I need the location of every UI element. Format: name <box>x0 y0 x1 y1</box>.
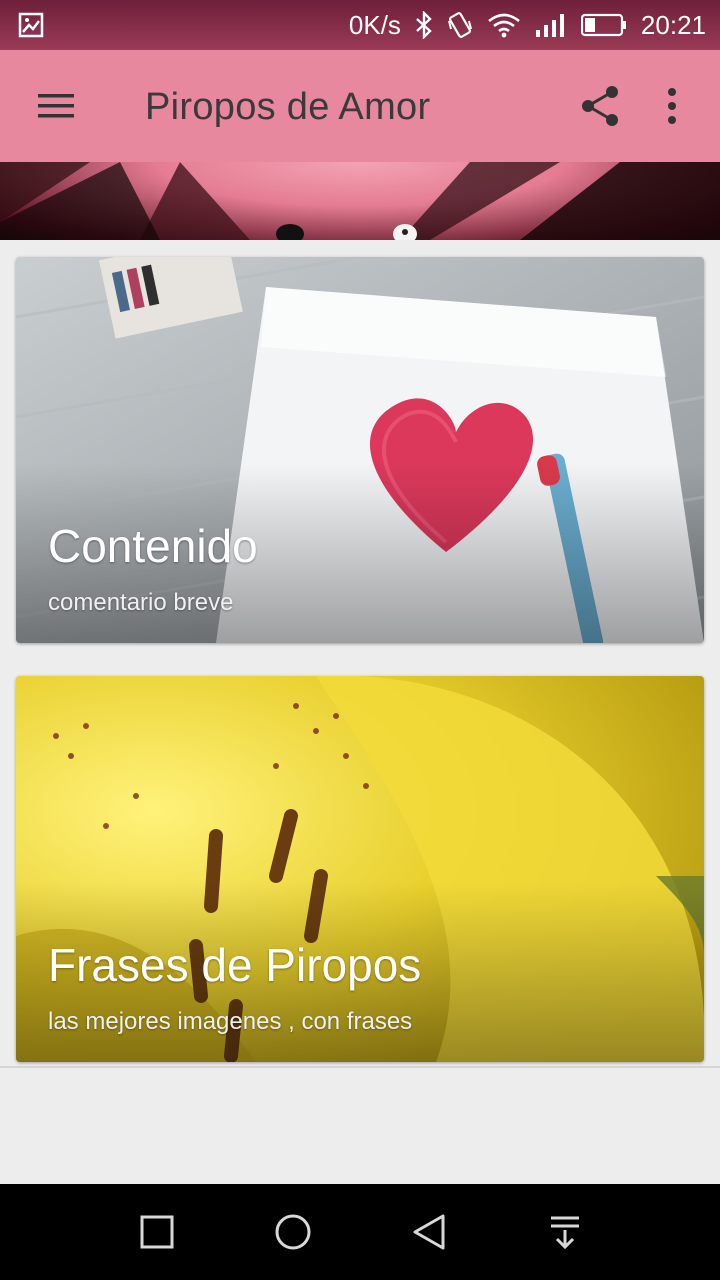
recents-square-icon <box>140 1215 174 1249</box>
screen: 0K/s 20:21 Piropos de Amor Contenido com… <box>0 0 720 1280</box>
back-button[interactable] <box>405 1208 453 1256</box>
app-bar: Piropos de Amor <box>0 50 720 162</box>
card-frases-de-piropos[interactable]: Frases de Piropos las mejores imagenes ,… <box>16 676 704 1062</box>
vibrate-icon <box>447 11 473 39</box>
back-triangle-icon <box>413 1214 445 1250</box>
menu-button[interactable] <box>28 80 84 132</box>
app-title: Piropos de Amor <box>145 86 431 128</box>
header-banner-image <box>0 162 720 240</box>
card-subtitle: comentario breve <box>48 589 234 616</box>
notification-pull-button[interactable] <box>541 1208 589 1256</box>
share-icon <box>582 86 618 126</box>
navigation-bar <box>0 1184 720 1280</box>
card-contenido[interactable]: Contenido comentario breve <box>16 257 704 643</box>
list-divider <box>0 1066 720 1068</box>
signal-icon <box>535 12 567 38</box>
card-title: Contenido <box>48 520 258 572</box>
more-vert-icon <box>668 88 676 124</box>
notification-pull-icon <box>551 1216 579 1250</box>
status-bar: 0K/s 20:21 <box>0 0 720 50</box>
network-speed: 0K/s <box>348 9 401 40</box>
card-title: Frases de Piropos <box>48 939 422 991</box>
clock: 20:21 <box>640 9 706 40</box>
card-subtitle: las mejores imagenes , con frases <box>48 1008 413 1035</box>
wifi-icon <box>487 12 521 38</box>
share-button[interactable] <box>574 80 626 132</box>
more-options-button[interactable] <box>650 80 694 132</box>
menu-icon <box>38 94 74 118</box>
home-button[interactable] <box>269 1208 317 1256</box>
bluetooth-icon <box>415 11 433 39</box>
battery-icon <box>580 13 627 37</box>
home-circle-icon <box>275 1214 311 1250</box>
recents-button[interactable] <box>133 1208 181 1256</box>
image-notification-icon <box>18 12 44 43</box>
